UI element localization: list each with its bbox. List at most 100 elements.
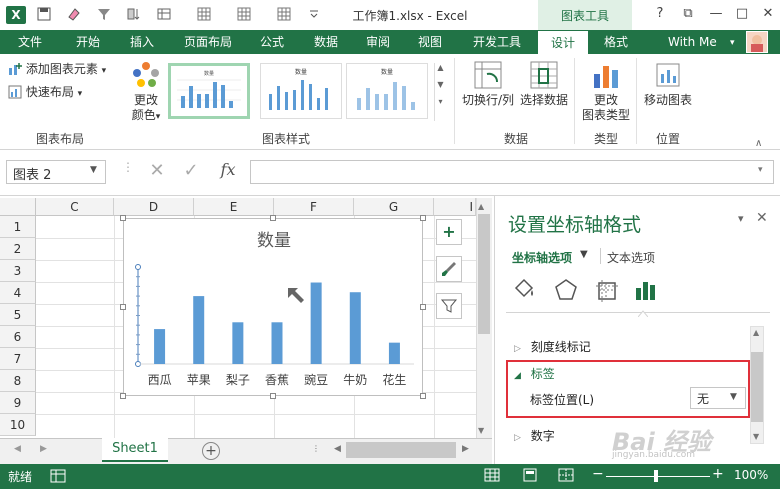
size-properties-icon[interactable]	[594, 278, 618, 305]
scroll-up-icon[interactable]: ▲	[478, 202, 484, 211]
page-layout-view-icon[interactable]	[522, 468, 538, 485]
quick-layout-button[interactable]: 快速布局 ▾	[8, 83, 82, 100]
tab-view[interactable]: 视图	[406, 30, 454, 54]
expand-formula-icon[interactable]: ▾	[758, 165, 763, 175]
scroll-down-icon[interactable]: ▼	[478, 426, 484, 435]
cancel-icon[interactable]: ✕	[146, 160, 168, 181]
row-header[interactable]: 7	[0, 348, 36, 370]
scroll-down-icon[interactable]: ▼	[435, 80, 446, 89]
scroll-right-icon[interactable]: ▶	[462, 444, 469, 454]
row-header[interactable]: 2	[0, 238, 36, 260]
user-menu-arrow-icon[interactable]: ▾	[730, 38, 735, 48]
scrollbar-thumb[interactable]	[478, 214, 490, 334]
row-header[interactable]: 5	[0, 304, 36, 326]
resize-handle[interactable]	[120, 304, 126, 310]
bar-6[interactable]	[388, 342, 400, 364]
expand-gallery-icon[interactable]: ▾	[435, 97, 446, 106]
ribbon-display-button[interactable]: ⧉	[676, 4, 700, 24]
tab-review[interactable]: 审阅	[354, 30, 402, 54]
tab-data[interactable]: 数据	[302, 30, 350, 54]
column-header-e[interactable]: E	[194, 198, 274, 216]
resize-handle[interactable]	[120, 215, 126, 221]
sort-icon[interactable]	[126, 7, 142, 23]
resize-handle[interactable]	[270, 393, 276, 399]
chart-style-2[interactable]: 数量	[260, 63, 342, 119]
change-chart-type-button[interactable]: 更改 图表类型	[580, 60, 632, 124]
customize-qat-icon[interactable]	[306, 7, 322, 23]
resize-handle[interactable]	[270, 215, 276, 221]
axis-options-dropdown-icon[interactable]: ▼	[580, 249, 588, 260]
sheet-tab-sheet1[interactable]: Sheet1	[102, 438, 168, 462]
formula-input[interactable]	[250, 160, 774, 184]
move-chart-button[interactable]: 移动图表	[642, 60, 694, 124]
next-sheet-icon[interactable]: ▶	[40, 444, 47, 454]
collapse-ribbon-icon[interactable]: ∧	[755, 138, 762, 149]
tab-home[interactable]: 开始	[64, 30, 112, 54]
page-break-view-icon[interactable]	[558, 468, 574, 485]
tab-insert[interactable]: 插入	[118, 30, 166, 54]
add-sheet-button[interactable]: +	[202, 442, 220, 460]
add-chart-element-button[interactable]: 添加图表元素 ▾	[8, 60, 106, 77]
bar-5[interactable]	[349, 292, 361, 364]
prev-sheet-icon[interactable]: ◀	[14, 444, 21, 454]
row-header[interactable]: 8	[0, 370, 36, 392]
zoom-slider-thumb[interactable]	[654, 470, 658, 482]
zoom-out-button[interactable]: −	[592, 466, 604, 482]
chart-style-1[interactable]: 数量	[168, 63, 250, 119]
row-header[interactable]: 10	[0, 414, 36, 436]
horizontal-scrollbar-thumb[interactable]	[346, 442, 456, 458]
resize-handle[interactable]	[420, 215, 426, 221]
pane-scrollbar-thumb[interactable]	[751, 352, 763, 422]
row-header[interactable]: 9	[0, 392, 36, 414]
row-header[interactable]: 6	[0, 326, 36, 348]
minimize-button[interactable]: —	[704, 4, 728, 24]
column-header-i[interactable]: I	[434, 198, 476, 216]
scroll-up-icon[interactable]: ▲	[753, 328, 759, 337]
help-button[interactable]: ?	[648, 4, 672, 24]
macro-record-icon[interactable]	[50, 469, 66, 486]
chart-title[interactable]: 数量	[257, 231, 291, 251]
tab-axis-options[interactable]: 坐标轴选项	[512, 249, 572, 266]
chart-elements-button[interactable]: +	[436, 219, 462, 245]
bar-1[interactable]	[193, 296, 205, 364]
grid-icon[interactable]	[276, 7, 292, 23]
enter-icon[interactable]: ✓	[180, 160, 202, 181]
axis-selection-handle[interactable]	[135, 361, 141, 367]
change-colors-button[interactable]: 更改 颜色▾	[128, 60, 164, 124]
resize-handle[interactable]	[120, 393, 126, 399]
resize-handle[interactable]	[420, 393, 426, 399]
chart-object[interactable]: 数量 西瓜 苹果 梨子 香蕉 豌豆 牛奶 花生	[123, 218, 423, 396]
resize-handle[interactable]	[420, 304, 426, 310]
axis-options-icon[interactable]	[634, 278, 658, 305]
bar-4[interactable]	[310, 282, 322, 364]
fill-line-icon[interactable]	[512, 278, 538, 305]
scroll-up-icon[interactable]: ▲	[435, 63, 446, 72]
tab-developer[interactable]: 开发工具	[462, 30, 532, 54]
switch-row-col-button[interactable]: 切换行/列	[460, 60, 516, 124]
select-all-corner[interactable]	[0, 198, 36, 216]
column-header-d[interactable]: D	[114, 198, 194, 216]
column-header-c[interactable]: C	[36, 198, 114, 216]
zoom-level[interactable]: 100%	[734, 468, 768, 482]
grid-icon[interactable]	[236, 7, 252, 23]
select-data-button[interactable]: 选择数据	[518, 60, 570, 124]
row-header[interactable]: 3	[0, 260, 36, 282]
chart-style-scroll[interactable]: ▲ ▼ ▾	[434, 63, 446, 121]
bar-2[interactable]	[232, 322, 244, 364]
bar-0[interactable]	[154, 329, 166, 364]
tab-file[interactable]: 文件	[6, 30, 54, 54]
eraser-icon[interactable]	[66, 7, 82, 23]
insert-function-icon[interactable]: fx	[216, 160, 240, 179]
tab-format[interactable]: 格式	[592, 30, 640, 54]
save-icon[interactable]	[36, 7, 52, 23]
avatar[interactable]	[746, 31, 768, 53]
name-box-dropdown-icon[interactable]: ▼	[90, 165, 102, 175]
tab-text-options[interactable]: 文本选项	[607, 249, 655, 266]
tab-design[interactable]: 设计	[538, 30, 588, 54]
grid-icon[interactable]	[196, 7, 212, 23]
tab-formulas[interactable]: 公式	[248, 30, 296, 54]
section-number[interactable]: ▷ 数字	[514, 427, 555, 444]
section-tick-marks[interactable]: ▷ 刻度线标记	[514, 338, 591, 355]
filter-icon[interactable]	[96, 7, 112, 23]
zoom-in-button[interactable]: +	[712, 466, 724, 482]
